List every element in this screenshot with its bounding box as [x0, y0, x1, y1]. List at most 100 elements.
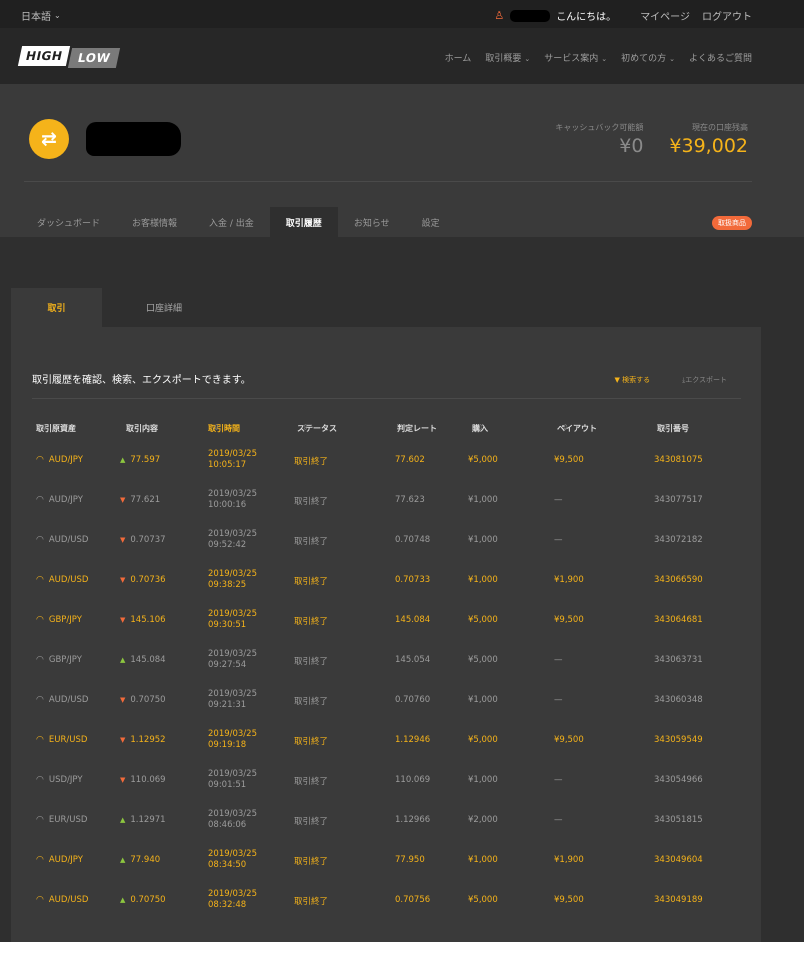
entry-rate: 77.621	[130, 495, 161, 505]
account-refresh-icon: ⇄	[29, 119, 69, 159]
trade-time-cell: 2019/03/25 09:27:54	[208, 649, 257, 671]
status-cell: 取引終了	[294, 817, 329, 827]
account-tab[interactable]: お客様情報	[116, 207, 193, 237]
status-cell: 取引終了	[294, 457, 329, 467]
asset-cell: ◠ AUD/JPY	[36, 855, 83, 865]
user-name-redacted	[510, 9, 551, 22]
trade-time-cell: 2019/03/25 08:34:50	[208, 849, 257, 871]
trade-time: 10:00:16	[208, 500, 247, 510]
nav-item[interactable]: よくあるご質問	[689, 51, 752, 64]
account-tab[interactable]: お知らせ	[338, 207, 406, 237]
account-name-redacted	[86, 122, 181, 156]
trade-content-cell: ▼ 0.70737	[120, 535, 166, 545]
asset-name: AUD/USD	[48, 575, 89, 585]
trade-time: 09:38:25	[208, 580, 247, 590]
account-tab[interactable]: 取引履歴	[269, 207, 338, 237]
table-row[interactable]: ◠ AUD/USD ▼ 0.70736 2019/03/25 09:38:25 取引終了 0.…	[11, 561, 761, 601]
nav-item[interactable]: 初めての方 ⌄	[621, 51, 675, 64]
nav-item[interactable]: 取引概要 ⌄	[485, 51, 530, 64]
asset-name: GBP/JPY	[48, 655, 82, 665]
nav-item[interactable]: サービス案内 ⌄	[544, 51, 607, 64]
chevron-down-icon: ⌄	[54, 11, 61, 20]
trade-id-cell: 343063731	[654, 655, 703, 665]
low-arrow-icon: ▼	[120, 536, 126, 544]
gauge-icon: ◠	[36, 615, 44, 625]
trade-content-cell: ▼ 0.70750	[120, 695, 166, 705]
sort-icon: ⇕	[302, 423, 309, 432]
panel-divider	[32, 398, 741, 399]
trade-id-cell: 343081075	[654, 455, 703, 465]
close-rate-cell: 0.70760	[395, 695, 431, 705]
cashback-value: ¥0	[619, 135, 644, 157]
trade-content-cell: ▲ 0.70750	[120, 895, 166, 905]
close-rate-cell: 0.70748	[395, 535, 431, 545]
purchase-cell: ¥2,000	[468, 815, 498, 825]
trade-time: 09:01:51	[208, 780, 247, 790]
trade-content-cell: ▲ 77.940	[120, 855, 160, 865]
trade-date: 2019/03/25	[208, 489, 257, 499]
table-row[interactable]: ◠ AUD/JPY ▲ 77.940 2019/03/25 08:34:50 取引終了 77.…	[11, 841, 761, 881]
table-row[interactable]: ◠ GBP/JPY ▼ 145.106 2019/03/25 09:30:51 取引終了 14…	[11, 601, 761, 641]
current-balance-value: ¥39,002	[669, 135, 748, 157]
greeting-text: こんにちは。	[556, 12, 617, 23]
gauge-icon: ◠	[36, 815, 44, 825]
trade-id-cell: 343072182	[654, 535, 703, 545]
nav-item-label: 初めての方	[621, 54, 667, 64]
table-row[interactable]: ◠ EUR/USD ▲ 1.12971 2019/03/25 08:46:06 取引終了 1.…	[11, 801, 761, 841]
high-arrow-icon: ▲	[120, 456, 126, 464]
status-cell: 取引終了	[294, 497, 329, 507]
table-row[interactable]: ◠ AUD/USD ▼ 0.70737 2019/03/25 09:52:42 取引終了 0.…	[11, 521, 761, 561]
gauge-icon: ◠	[36, 575, 44, 585]
export-button[interactable]: ⤓エクスポート	[682, 375, 727, 385]
table-row[interactable]: ◠ USD/JPY ▼ 110.069 2019/03/25 09:01:51 取引終了 11…	[11, 761, 761, 801]
account-tab[interactable]: 設定	[406, 207, 456, 237]
products-badge[interactable]: 取扱商品	[712, 216, 752, 230]
table-row[interactable]: ◠ AUD/USD ▲ 0.70750 2019/03/25 08:32:48 取引終了 0.…	[11, 881, 761, 921]
trade-time: 10:05:17	[208, 460, 247, 470]
balances: キャッシュバック可能額 ¥0 現在の口座残高 ¥39,002	[555, 122, 748, 157]
asset-name: AUD/JPY	[48, 455, 83, 465]
account-tab[interactable]: ダッシュボード	[21, 207, 116, 237]
trade-time-cell: 2019/03/25 08:46:06	[208, 809, 257, 831]
trade-date: 2019/03/25	[208, 569, 257, 579]
asset-name: USD/JPY	[48, 775, 83, 785]
entry-rate: 0.70750	[130, 695, 166, 705]
trade-content-cell: ▼ 77.621	[120, 495, 160, 505]
chevron-down-icon: ⌄	[524, 55, 531, 63]
asset-cell: ◠ GBP/JPY	[36, 655, 82, 665]
entry-rate: 145.084	[130, 655, 166, 665]
close-rate-cell: 145.054	[395, 655, 431, 665]
close-rate-cell: 77.950	[395, 855, 425, 865]
search-button[interactable]: ▼ 検索する	[614, 375, 650, 385]
tab-trades[interactable]: 取引	[11, 288, 102, 327]
trade-id-cell: 343060348	[654, 695, 703, 705]
language-selector[interactable]: 日本語 ⌄	[21, 8, 61, 23]
trade-date: 2019/03/25	[208, 649, 257, 659]
highlow-logo[interactable]: HIGH LOW	[17, 45, 121, 68]
entry-rate: 145.106	[130, 615, 166, 625]
payout-cell: —	[554, 695, 563, 705]
status-cell: 取引終了	[294, 697, 329, 707]
trade-time-cell: 2019/03/25 09:19:18	[208, 729, 257, 751]
tab-account-details[interactable]: 口座詳細	[102, 288, 226, 327]
table-row[interactable]: ◠ AUD/USD ▼ 0.70750 2019/03/25 09:21:31 取引終了 0.…	[11, 681, 761, 721]
account-tab[interactable]: 入金 / 出金	[193, 207, 270, 237]
logout-link[interactable]: ログアウト	[702, 8, 752, 23]
low-arrow-icon: ▼	[120, 696, 126, 704]
close-rate-cell: 77.623	[395, 495, 425, 505]
entry-rate: 77.940	[130, 855, 161, 865]
main-nav: ホーム 取引概要 ⌄ サービス案内 ⌄ 初めての方 ⌄ よくあるご質問	[445, 51, 752, 64]
status-cell: 取引終了	[294, 897, 329, 907]
column-header-label: 判定レート	[397, 424, 437, 433]
table-row[interactable]: ◠ AUD/JPY ▲ 77.597 2019/03/25 10:05:17 取引終了 77.…	[11, 441, 761, 481]
table-row[interactable]: ◠ EUR/USD ▼ 1.12952 2019/03/25 09:19:18 取引終了 1.…	[11, 721, 761, 761]
payout-cell: —	[554, 815, 563, 825]
payout-cell: —	[554, 535, 563, 545]
asset-name: EUR/USD	[48, 815, 88, 825]
mypage-link[interactable]: マイページ	[640, 8, 690, 23]
table-row[interactable]: ◠ GBP/JPY ▲ 145.084 2019/03/25 09:27:54 取引終了 14…	[11, 641, 761, 681]
trade-id-cell: 343064681	[654, 615, 703, 625]
nav-item[interactable]: ホーム	[445, 51, 472, 64]
table-row[interactable]: ◠ AUD/JPY ▼ 77.621 2019/03/25 10:00:16 取引終了 77.…	[11, 481, 761, 521]
purchase-cell: ¥5,000	[468, 735, 498, 745]
